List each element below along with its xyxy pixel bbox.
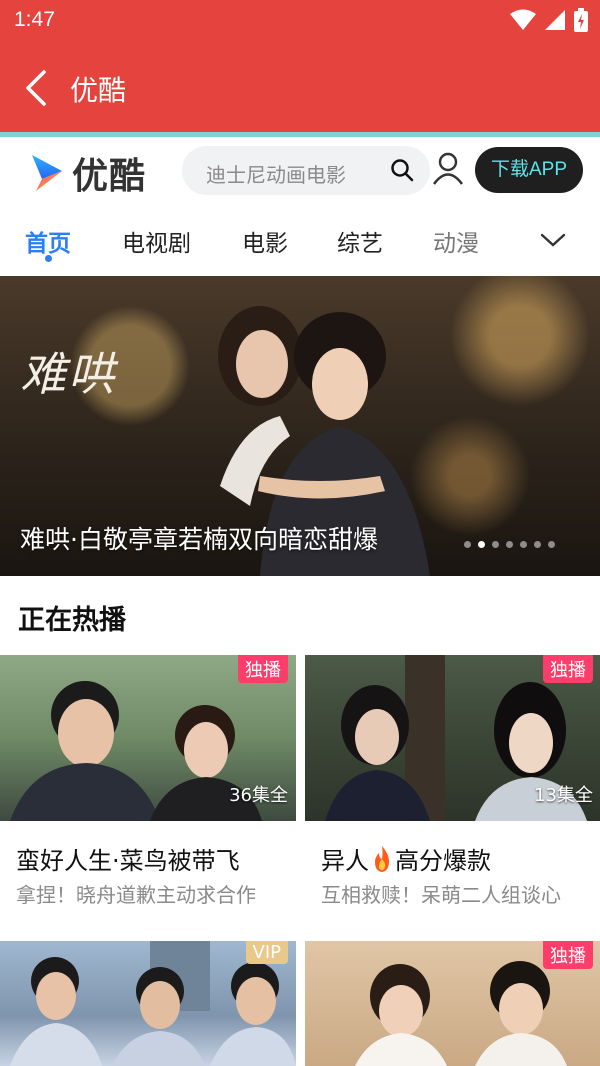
- youku-logo[interactable]: 优酷: [28, 147, 146, 199]
- site-header: 优酷 迪士尼动画电影 下载APP: [0, 137, 600, 205]
- carousel-dot: [520, 541, 527, 548]
- exclusive-badge: 独播: [543, 941, 593, 969]
- user-icon[interactable]: [432, 151, 464, 185]
- video-thumbnail: 独播: [305, 941, 600, 1066]
- video-card[interactable]: 独播 36集全 蛮好人生·菜鸟被带飞 拿捏！晓舟道歉主动求合作: [0, 655, 296, 925]
- back-arrow-icon[interactable]: [22, 70, 52, 106]
- carousel-indicator: [464, 541, 555, 548]
- app-bar-title: 优酷: [70, 74, 127, 107]
- wifi-icon: [510, 9, 536, 30]
- chevron-down-icon[interactable]: [540, 232, 566, 248]
- carousel-dot: [534, 541, 541, 548]
- episode-count: 36集全: [229, 785, 288, 806]
- active-tab-indicator: [45, 255, 52, 262]
- hero-banner[interactable]: 难哄 难哄·白敬亭章若楠双向暗恋甜爆: [0, 276, 600, 576]
- youku-play-logo-icon: [32, 155, 62, 191]
- carousel-dot: [478, 541, 485, 548]
- nav-tabs: 首页 电视剧 电影 综艺 动漫: [0, 212, 600, 274]
- app-bar: 优酷: [0, 42, 600, 132]
- banner-calligraphy: 难哄: [20, 347, 116, 401]
- logo-text: 优酷: [72, 156, 147, 197]
- exclusive-badge: 独播: [238, 655, 288, 683]
- episode-count: 13集全: [534, 785, 593, 806]
- status-bar: 1:47: [0, 0, 600, 42]
- fire-icon: [375, 846, 389, 872]
- tab-home[interactable]: 首页: [25, 224, 71, 258]
- download-app-button[interactable]: 下载APP: [475, 147, 583, 193]
- video-subtitle: 拿捏！晓舟道歉主动求合作: [16, 883, 256, 907]
- search-placeholder: 迪士尼动画电影: [206, 163, 346, 187]
- carousel-dot: [506, 541, 513, 548]
- video-card[interactable]: 独播: [305, 941, 600, 1066]
- carousel-dot: [464, 541, 471, 548]
- banner-caption: 难哄·白敬亭章若楠双向暗恋甜爆: [20, 525, 378, 554]
- video-thumbnail: VIP: [0, 941, 296, 1066]
- status-time: 1:47: [14, 8, 55, 31]
- tab-anime[interactable]: 动漫: [433, 224, 479, 258]
- tab-variety[interactable]: 综艺: [337, 224, 383, 258]
- video-subtitle: 互相救赎！呆萌二人组谈心: [321, 883, 561, 907]
- video-thumbnail: 独播 13集全: [305, 655, 600, 821]
- search-input[interactable]: 迪士尼动画电影: [182, 146, 430, 195]
- video-card[interactable]: VIP: [0, 941, 296, 1066]
- carousel-dot: [492, 541, 499, 548]
- search-icon[interactable]: [390, 158, 414, 182]
- signal-icon: [545, 10, 565, 30]
- exclusive-badge: 独播: [543, 655, 593, 683]
- video-title: 异人 高分爆款: [321, 841, 491, 876]
- video-thumbnail: 独播 36集全: [0, 655, 296, 821]
- vip-badge: VIP: [245, 941, 288, 964]
- tab-movie[interactable]: 电影: [242, 224, 288, 258]
- tab-tv[interactable]: 电视剧: [122, 224, 191, 258]
- video-title-prefix: 异人: [321, 847, 369, 875]
- video-title-suffix: 高分爆款: [395, 847, 491, 875]
- video-card[interactable]: 独播 13集全 异人 高分爆款 互相救赎！呆萌二人组谈心: [305, 655, 600, 925]
- video-title: 蛮好人生·菜鸟被带飞: [16, 847, 240, 875]
- carousel-dot: [548, 541, 555, 548]
- section-title: 正在热播: [18, 605, 126, 636]
- battery-icon: [574, 8, 588, 32]
